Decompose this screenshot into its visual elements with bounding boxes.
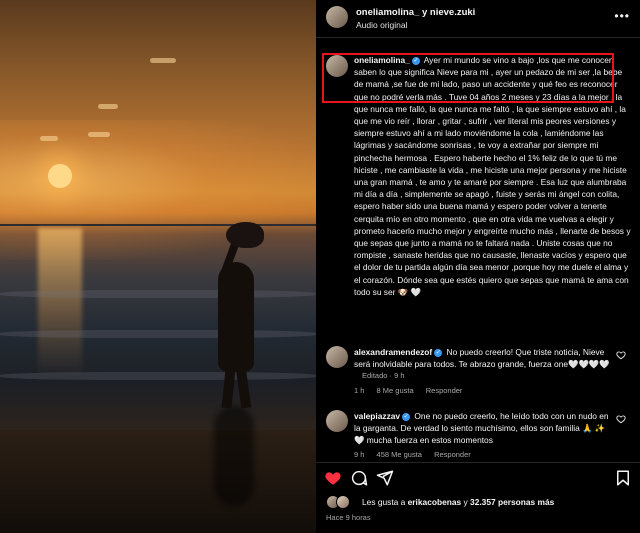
likes-count[interactable]: 32.357 personas más	[470, 497, 554, 507]
comment-time: 9 h	[354, 450, 365, 459]
horizon	[0, 224, 316, 226]
avatar[interactable]	[326, 346, 348, 368]
caption-username[interactable]: oneliamolina_	[354, 55, 410, 65]
caption-text: Ayer mi mundo se vino a bajo ,los que me…	[354, 55, 631, 297]
wave	[0, 290, 316, 298]
sun	[48, 164, 72, 188]
post-panel: oneliamolina_ y nieve.zuki Audio origina…	[316, 0, 640, 533]
wave	[0, 330, 316, 338]
comment-time: 1 h	[354, 386, 365, 395]
avatar[interactable]	[326, 55, 348, 77]
comment-username[interactable]: alexandramendezof	[354, 347, 432, 357]
avatar[interactable]	[326, 410, 348, 432]
caption-edited-time: Editado · 9 h	[362, 371, 405, 380]
sun-reflection	[38, 228, 82, 378]
comment-text-block: valepiazzav ✓ One no puedo creerlo, he le…	[354, 410, 612, 447]
verified-badge-icon: ✓	[434, 348, 443, 357]
verified-badge-icon: ✓	[411, 56, 420, 65]
reply-button[interactable]: Responder	[426, 386, 463, 395]
heart-outline-icon[interactable]	[616, 414, 626, 424]
comment-meta: 9 h 458 Me gusta Responder	[354, 450, 481, 459]
heart-outline-icon[interactable]	[616, 350, 626, 360]
cloud	[98, 104, 118, 109]
comment-text-block: alexandramendezof ✓ No puedo creerlo! Que…	[354, 346, 612, 370]
cloud	[40, 136, 58, 141]
liker-username[interactable]: erikacobenas	[408, 497, 462, 507]
post-time: Hace 9 horas	[326, 513, 371, 522]
dog-silhouette	[226, 222, 264, 248]
post-photo[interactable]	[0, 0, 316, 533]
likes-summary: Les gusta a erikacobenas y 32.357 person…	[326, 495, 636, 511]
post-header: oneliamolina_ y nieve.zuki Audio origina…	[316, 0, 640, 38]
action-bar	[316, 462, 640, 492]
comment-icon[interactable]	[350, 469, 368, 487]
wave	[0, 372, 316, 380]
likes-text: Les gusta a erikacobenas y 32.357 person…	[362, 497, 555, 507]
caption-text-block: oneliamolina_ ✓ Ayer mi mundo se vino a b…	[354, 54, 632, 298]
cloud	[88, 132, 110, 137]
comment-username[interactable]: valepiazzav	[354, 411, 400, 421]
sand	[0, 430, 316, 533]
avatar[interactable]	[336, 495, 350, 509]
post-author[interactable]: oneliamolina_ y nieve.zuki	[356, 7, 475, 18]
more-horizontal-icon[interactable]: •••	[614, 9, 630, 23]
avatar[interactable]	[326, 6, 348, 28]
audio-label[interactable]: Audio original	[356, 20, 408, 30]
bookmark-icon[interactable]	[614, 469, 632, 487]
figure-shadow	[214, 406, 254, 506]
cloud	[150, 58, 176, 63]
reply-button[interactable]: Responder	[434, 450, 471, 459]
heart-filled-icon[interactable]	[324, 469, 342, 487]
person-silhouette	[218, 262, 254, 372]
verified-badge-icon: ✓	[402, 412, 411, 421]
comment-likes[interactable]: 458 Me gusta	[377, 450, 422, 459]
comment-meta: 1 h 8 Me gusta Responder	[354, 386, 472, 395]
send-icon[interactable]	[376, 469, 394, 487]
comment-likes[interactable]: 8 Me gusta	[377, 386, 414, 395]
